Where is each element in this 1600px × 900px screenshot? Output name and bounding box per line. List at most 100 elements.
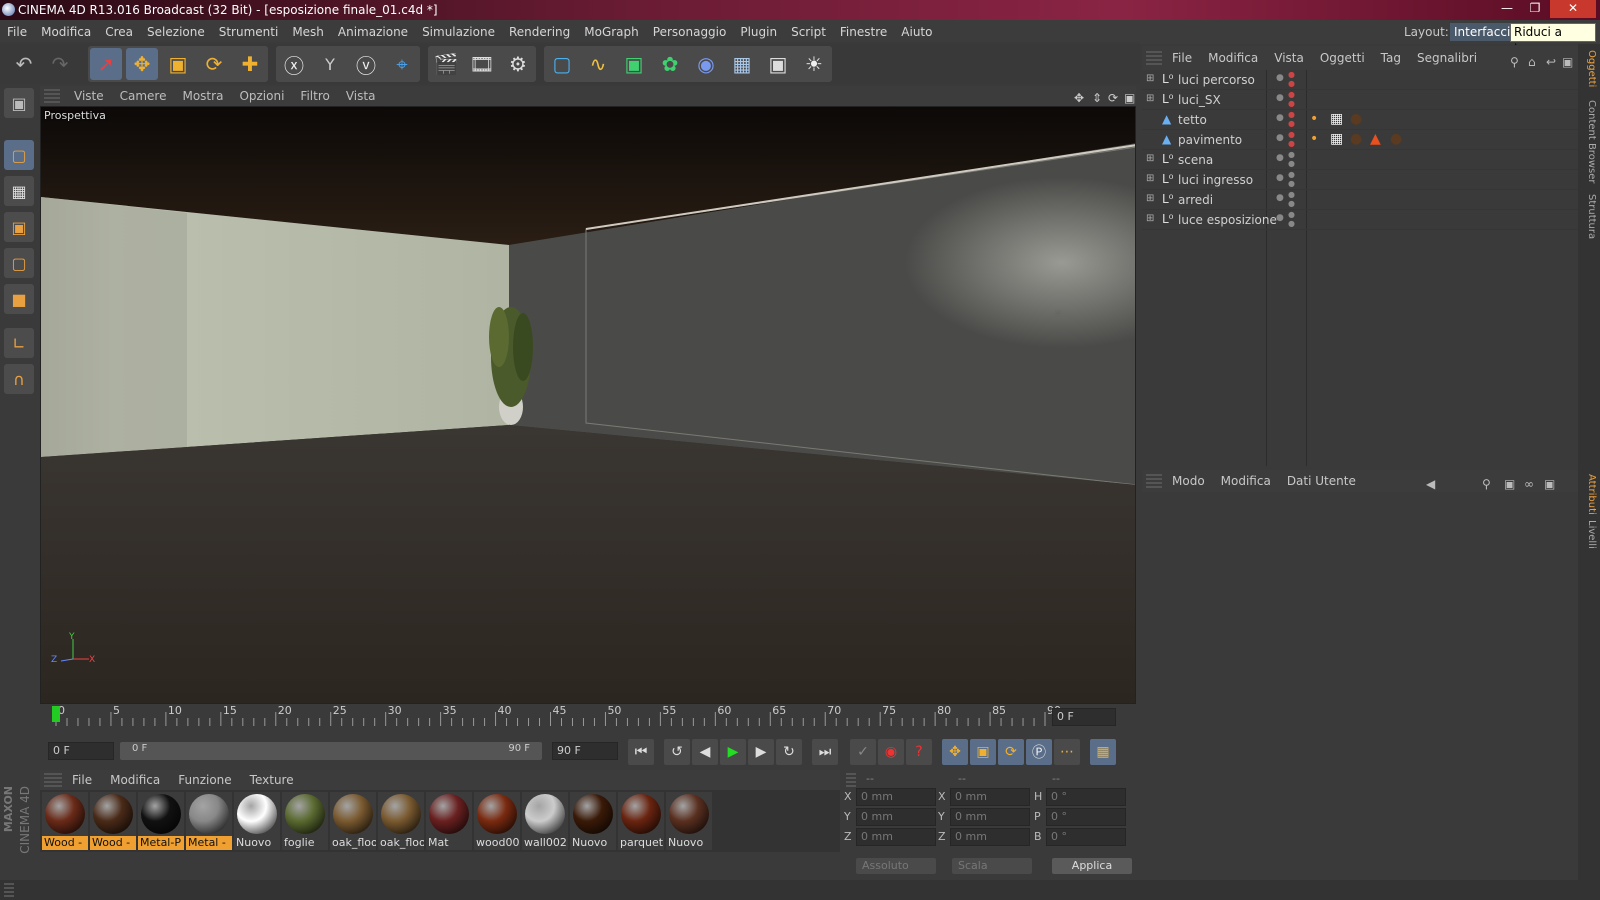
material-menu-file[interactable]: File (63, 770, 101, 790)
material-tag-icon[interactable]: ● (1390, 131, 1402, 147)
cube-icon[interactable]: ▢ (546, 48, 578, 80)
menu-mograph[interactable]: MoGraph (577, 20, 646, 44)
play-icon[interactable]: ▶ (720, 739, 746, 765)
material-tag-icon[interactable]: ● (1350, 131, 1362, 147)
tab-oggetti[interactable]: Oggetti (1581, 50, 1597, 87)
editor-visibility-dot-icon[interactable]: ● (1276, 153, 1284, 163)
undo-icon[interactable]: ↶ (8, 48, 40, 80)
apply-button[interactable]: Applica (1052, 858, 1132, 874)
rotate-view-icon[interactable]: ⟳ (1108, 88, 1118, 108)
pan-view-icon[interactable]: ✥ (1074, 88, 1084, 108)
render-visibility-dot-icon[interactable]: ● ● (1288, 210, 1295, 228)
coord-value-field[interactable]: 0 ° (1046, 788, 1126, 806)
autokey-icon[interactable]: ◉ (878, 739, 904, 765)
coord-value-field[interactable]: 0 ° (1046, 808, 1126, 826)
move-icon[interactable]: ✥ (126, 48, 158, 80)
object-row[interactable]: ⊞ L⁰ scena ● ● ● (1142, 150, 1578, 170)
nurbs-icon[interactable]: ▣ (618, 48, 650, 80)
texture-tag-icon[interactable]: ▦ (1330, 131, 1343, 147)
render-visibility-dot-icon[interactable]: ● ● (1288, 170, 1295, 188)
coordinate-mode-select[interactable]: Assoluto (856, 858, 936, 874)
expand-icon[interactable]: ⊞ (1146, 193, 1154, 204)
material-swatch[interactable]: Nuovo (570, 792, 616, 850)
viewport-menu-mostra[interactable]: Mostra (174, 86, 231, 106)
current-frame-field[interactable]: 0 F (1052, 708, 1116, 726)
menu-mesh[interactable]: Mesh (285, 20, 331, 44)
render-visibility-dot-icon[interactable]: ● ● (1288, 70, 1295, 88)
material-swatch[interactable]: foglie (282, 792, 328, 850)
tab-struttura[interactable]: Struttura (1581, 194, 1597, 239)
menu-aiuto[interactable]: Aiuto (894, 20, 939, 44)
viewport-menu-filtro[interactable]: Filtro (292, 86, 337, 106)
array-icon[interactable]: ✿ (654, 48, 686, 80)
menu-finestre[interactable]: Finestre (833, 20, 894, 44)
editor-visibility-dot-icon[interactable]: ● (1276, 213, 1284, 223)
magnet-icon[interactable]: ∩ (4, 364, 34, 394)
tab-attributi[interactable]: Attributi (1581, 474, 1597, 515)
object-row[interactable]: ▲ tetto ● ● ● • ▦ ● (1142, 110, 1578, 130)
phong-tag-icon[interactable]: • (1310, 111, 1318, 127)
coord-value-field[interactable]: 0 mm (950, 828, 1030, 846)
object-menu-file[interactable]: File (1164, 46, 1200, 70)
key-scale-icon[interactable]: ▣ (970, 739, 996, 765)
material-swatch[interactable]: Wood - (90, 792, 136, 850)
render-settings-icon[interactable]: ⚙ (502, 48, 534, 80)
coord-value-field[interactable]: 0 mm (856, 828, 936, 846)
start-frame-field[interactable]: 0 F (48, 742, 114, 760)
tab-livelli[interactable]: Livelli (1581, 520, 1597, 549)
viewport-menu-camere[interactable]: Camere (112, 86, 175, 106)
spline-icon[interactable]: ∿ (582, 48, 614, 80)
timeline-ruler[interactable]: 051015202530354045505560657075808590 0 F (40, 704, 1136, 734)
z-axis-icon[interactable]: ⓥ (350, 48, 382, 80)
object-row[interactable]: ⊞ L⁰ luci percorso ● ● ● (1142, 70, 1578, 90)
render-visibility-dot-icon[interactable]: ● ● (1288, 90, 1295, 108)
go-to-start-icon[interactable]: ⏮ (628, 739, 654, 765)
coordinate-system-icon[interactable]: ⌖ (386, 48, 418, 80)
add-icon[interactable]: ✚ (234, 48, 266, 80)
render-visibility-dot-icon[interactable]: ● ● (1288, 190, 1295, 208)
playhead[interactable] (52, 706, 60, 722)
frame-range-slider[interactable]: 0 F 90 F (120, 742, 542, 760)
rotate-icon[interactable]: ⟳ (198, 48, 230, 80)
render-view-icon[interactable]: 🎬 (430, 48, 462, 80)
menu-selezione[interactable]: Selezione (140, 20, 212, 44)
key-position-icon[interactable]: ✥ (942, 739, 968, 765)
camera-icon[interactable]: ▣ (762, 48, 794, 80)
menu-modifica[interactable]: Modifica (34, 20, 98, 44)
object-menu-oggetti[interactable]: Oggetti (1312, 46, 1373, 70)
keyframe-selection-icon[interactable]: ? (906, 739, 932, 765)
phong-tag-icon[interactable]: • (1310, 131, 1318, 147)
editor-visibility-dot-icon[interactable]: ● (1276, 133, 1284, 143)
record-keys-icon[interactable]: ✓ (850, 739, 876, 765)
end-frame-field[interactable]: 90 F (552, 742, 618, 760)
object-menu-vista[interactable]: Vista (1266, 46, 1312, 70)
points-mode-icon[interactable]: ▣ (4, 212, 34, 242)
menu-script[interactable]: Script (784, 20, 833, 44)
attr-menu-modo[interactable]: Modo (1164, 470, 1213, 492)
redo-icon[interactable]: ↷ (44, 48, 76, 80)
material-swatch[interactable]: Metal - (186, 792, 232, 850)
coord-value-field[interactable]: 0 mm (950, 808, 1030, 826)
previous-frame-icon[interactable]: ◀ (692, 739, 718, 765)
editor-visibility-dot-icon[interactable]: ● (1276, 93, 1284, 103)
next-key-icon[interactable]: ↻ (776, 739, 802, 765)
floor-icon[interactable]: ▦ (726, 48, 758, 80)
material-swatch[interactable]: oak_floo (378, 792, 424, 850)
menu-strumenti[interactable]: Strumenti (212, 20, 286, 44)
y-axis-icon[interactable]: Y (314, 48, 346, 80)
select-icon[interactable]: ➚ (90, 48, 122, 80)
expand-icon[interactable]: ⊞ (1146, 213, 1154, 224)
key-rotation-icon[interactable]: ⟳ (998, 739, 1024, 765)
object-row[interactable]: ⊞ L⁰ arredi ● ● ● (1142, 190, 1578, 210)
make-editable-icon[interactable]: ▣ (4, 88, 34, 118)
material-swatch[interactable]: Wood - (42, 792, 88, 850)
coord-value-field[interactable]: 0 mm (856, 808, 936, 826)
editor-visibility-dot-icon[interactable]: ● (1276, 173, 1284, 183)
menu-animazione[interactable]: Animazione (331, 20, 415, 44)
render-picture-viewer-icon[interactable]: 🎞 (466, 48, 498, 80)
material-swatch[interactable]: oak_floo (330, 792, 376, 850)
editor-visibility-dot-icon[interactable]: ● (1276, 73, 1284, 83)
menu-crea[interactable]: Crea (98, 20, 140, 44)
material-swatch[interactable]: Nuovo (234, 792, 280, 850)
light-icon[interactable]: ☀ (798, 48, 830, 80)
